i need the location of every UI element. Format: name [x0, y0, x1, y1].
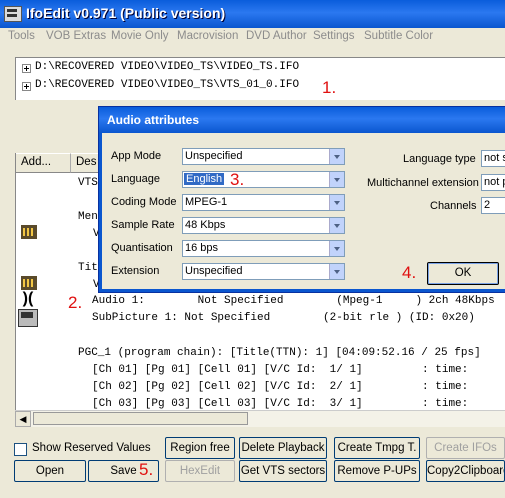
- step-marker-4: 4.: [402, 263, 417, 282]
- film-icon: [21, 276, 37, 290]
- list-line-pgc[interactable]: PGC_1 (program chain): [Title(TTN): 1] […: [78, 347, 481, 359]
- dialog-title-bar: Audio attributes: [99, 107, 505, 133]
- list-line-chapter[interactable]: [Ch 03] [Pg 03] [Cell 03] [V/C Id: 3/ 1]…: [92, 398, 468, 410]
- delete-playback-button[interactable]: Delete Playback: [239, 437, 327, 459]
- extension-select[interactable]: Unspecified: [182, 263, 345, 280]
- sample-rate-select[interactable]: 48 Kbps: [182, 217, 345, 234]
- remove-pups-button[interactable]: Remove P-UPs: [334, 460, 420, 482]
- film-icon: [21, 225, 37, 239]
- scroll-thumb[interactable]: [33, 412, 248, 425]
- expand-icon[interactable]: [22, 82, 31, 91]
- dialog-body: App Mode Unspecified Language English 3.…: [102, 133, 505, 289]
- language-type-select[interactable]: not s: [481, 150, 505, 167]
- open-button[interactable]: Open: [14, 460, 86, 482]
- menu-bar: Tools VOB Extras Movie Only Macrovision …: [0, 28, 505, 46]
- tree-item-label: D:\RECOVERED VIDEO\VIDEO_TS\VIDEO_TS.IFO: [35, 61, 300, 73]
- quantisation-select[interactable]: 16 bps: [182, 240, 345, 257]
- column-header-add[interactable]: Add...: [16, 153, 71, 173]
- list-line-menu: Men: [78, 211, 98, 223]
- list-line-vts: VTS: [78, 177, 98, 189]
- app-mode-label: App Mode: [111, 150, 162, 162]
- menu-tools[interactable]: Tools: [8, 30, 35, 42]
- language-label: Language: [111, 173, 160, 185]
- step-marker-1: 1.: [322, 78, 337, 97]
- language-type-label: Language type: [403, 153, 476, 165]
- chevron-down-icon: [329, 218, 344, 233]
- chevron-down-icon: [329, 172, 344, 187]
- audio-icon: )(: [22, 290, 34, 307]
- multichannel-extension-label: Multichannel extension: [367, 177, 479, 189]
- menu-movie-only[interactable]: Movie Only: [111, 30, 169, 42]
- hexedit-button[interactable]: HexEdit: [165, 460, 235, 482]
- list-line-title: Tit: [78, 262, 98, 274]
- title-bar: IfoEdit v0.971 (Public version): [0, 0, 505, 28]
- menu-subtitle-color[interactable]: Subtitle Color: [364, 30, 433, 42]
- quantisation-label: Quantisation: [111, 242, 173, 254]
- language-select[interactable]: English: [182, 171, 345, 188]
- audio-attributes-dialog: Audio attributes App Mode Unspecified La…: [98, 106, 505, 293]
- list-line-audio[interactable]: Audio 1: Not Specified (Mpeg-1 ) 2ch 48K…: [92, 295, 495, 307]
- menu-vob-extras[interactable]: VOB Extras: [46, 30, 106, 42]
- channels-field[interactable]: 2: [481, 197, 505, 214]
- region-free-button[interactable]: Region free: [165, 437, 235, 459]
- dialog-title: Audio attributes: [107, 113, 199, 127]
- expand-icon[interactable]: [22, 64, 31, 73]
- menu-settings[interactable]: Settings: [313, 30, 355, 42]
- tree-item-label: D:\RECOVERED VIDEO\VIDEO_TS\VTS_01_0.IFO: [35, 79, 300, 91]
- subpicture-icon: [18, 309, 38, 327]
- list-line-subpicture[interactable]: SubPicture 1: Not Specified (2-bit rle )…: [92, 312, 475, 324]
- coding-mode-label: Coding Mode: [111, 196, 177, 208]
- get-vts-sectors-button[interactable]: Get VTS sectors: [239, 460, 327, 482]
- chevron-down-icon: [329, 195, 344, 210]
- ok-button[interactable]: OK: [427, 262, 499, 285]
- create-ifos-button[interactable]: Create IFOs: [426, 437, 505, 459]
- menu-dvd-author[interactable]: DVD Author: [246, 30, 307, 42]
- step-marker-5: 5.: [139, 460, 154, 479]
- coding-mode-select[interactable]: MPEG-1: [182, 194, 345, 211]
- show-reserved-checkbox[interactable]: [14, 443, 27, 456]
- step-marker-2: 2.: [68, 293, 83, 312]
- menu-macrovision[interactable]: Macrovision: [177, 30, 238, 42]
- create-tmpg-button[interactable]: Create Tmpg T.: [334, 437, 420, 459]
- channels-label: Channels: [430, 200, 477, 212]
- multichannel-extension-select[interactable]: not p: [481, 174, 505, 191]
- copy-to-clipboard-button[interactable]: Copy2Clipboard: [426, 460, 505, 482]
- list-line-chapter[interactable]: [Ch 01] [Pg 01] [Cell 01] [V/C Id: 1/ 1]…: [92, 364, 468, 376]
- horizontal-scrollbar[interactable]: ◀: [15, 410, 505, 427]
- chevron-down-icon: [329, 149, 344, 164]
- app-mode-select[interactable]: Unspecified: [182, 148, 345, 165]
- show-reserved-label: Show Reserved Values: [32, 442, 151, 454]
- extension-label: Extension: [111, 265, 160, 277]
- chevron-down-icon: [329, 264, 344, 279]
- window-title: IfoEdit v0.971 (Public version): [26, 5, 226, 21]
- list-line-chapter[interactable]: [Ch 02] [Pg 02] [Cell 02] [V/C Id: 2/ 1]…: [92, 381, 468, 393]
- app-icon: [4, 6, 22, 22]
- chevron-down-icon: [329, 241, 344, 256]
- scroll-left-icon[interactable]: ◀: [15, 411, 31, 427]
- step-marker-3: 3.: [230, 170, 245, 189]
- sample-rate-label: Sample Rate: [111, 219, 175, 231]
- ifo-tree: D:\RECOVERED VIDEO\VIDEO_TS\VIDEO_TS.IFO…: [15, 57, 505, 100]
